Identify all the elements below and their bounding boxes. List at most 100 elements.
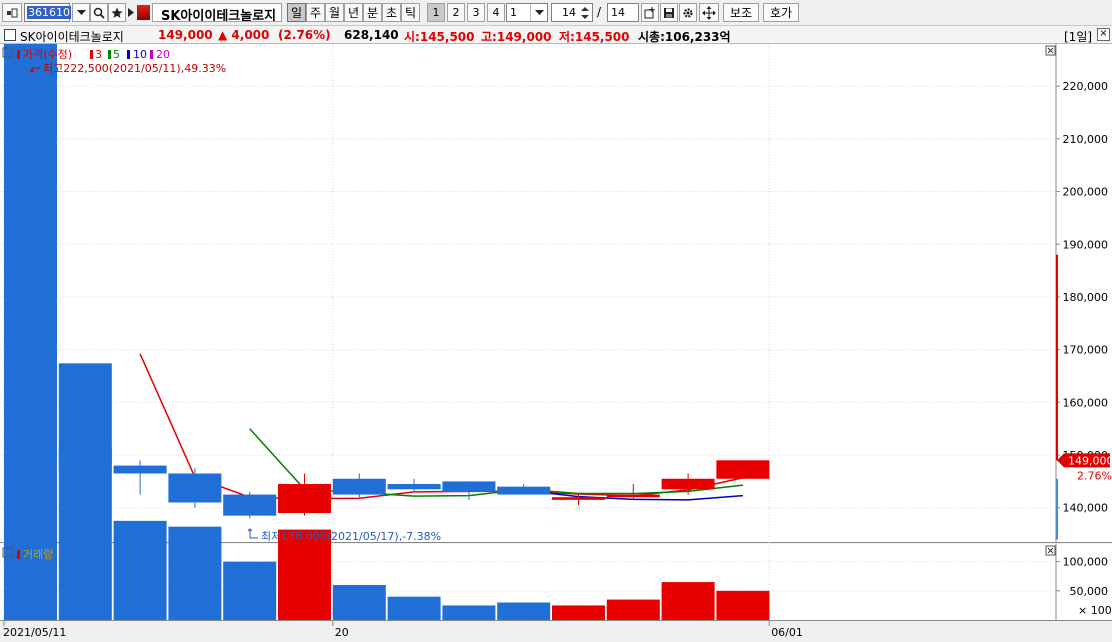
info-high: 고:149,000 (481, 30, 552, 44)
interval-2-button[interactable]: 2 (447, 3, 465, 22)
info-change: ▲ 4,000 (218, 28, 270, 42)
stock-code-input[interactable]: 361610 (24, 3, 71, 22)
price-tick-label: 200,000 (1063, 186, 1109, 199)
candle-body (278, 484, 331, 514)
code-type-button[interactable] (2, 3, 22, 22)
period-tag: [1일] (1064, 30, 1093, 44)
volume-bar (661, 582, 715, 620)
low-annotation-text: 최저138,000(2021/05/17),-7.38% (261, 530, 441, 543)
volume-bar (332, 585, 386, 620)
volume-tick-label: 50,000 (1070, 585, 1109, 598)
count-stepper[interactable]: 14 (551, 3, 593, 22)
candle-body (387, 484, 441, 490)
chevron-down-icon (76, 9, 86, 15)
ma10-legend-mark (127, 50, 130, 59)
interval-4-button[interactable]: 4 (487, 3, 505, 22)
ma5-legend-label: 5 (113, 48, 120, 61)
price-legend-label: 가격(수정) (23, 48, 72, 61)
price-tick-label: 220,000 (1063, 80, 1109, 93)
period-minute[interactable]: 분 (363, 3, 382, 22)
quote-button[interactable]: 호가 (763, 3, 799, 22)
info-low: 저:145,500 (559, 30, 630, 44)
star-icon (111, 7, 123, 18)
volume-bar (58, 363, 112, 620)
new-window-icon (644, 6, 655, 18)
ma3-legend-mark (90, 50, 93, 59)
info-stock-name: SK아이이테크놀로지 (20, 30, 124, 44)
volume-bar (113, 520, 167, 620)
stock-code-value: 361610 (27, 6, 71, 19)
volume-bar (552, 605, 605, 620)
price-tick-label: 170,000 (1063, 344, 1109, 357)
period-year[interactable]: 년 (344, 3, 363, 22)
volume-bar (387, 596, 441, 620)
ma20-legend-label: 20 (156, 48, 170, 61)
info-market-cap: 시총:106,233억 (638, 30, 731, 44)
info-price: 149,000 (158, 28, 213, 42)
current-price-label: 149,000 (1068, 454, 1112, 467)
x-tick-label: 06/01 (771, 626, 803, 639)
price-tick-label: 180,000 (1063, 291, 1109, 304)
ma20-legend-mark (150, 50, 153, 59)
volume-bar (4, 44, 57, 620)
interval-select[interactable]: 1 (506, 3, 548, 22)
code-type-icon (7, 8, 18, 17)
stock-name-text: SK아이이테크놀로지 (161, 9, 277, 22)
candle-body (442, 481, 496, 492)
period-day[interactable]: 일 (287, 3, 306, 22)
info-volume: 628,140 (344, 28, 399, 42)
period-tick[interactable]: 틱 (401, 3, 420, 22)
info-change-pct: (2.76%) (278, 28, 331, 42)
period-month[interactable]: 월 (325, 3, 344, 22)
candle-body (661, 478, 715, 490)
volume-bar (716, 590, 770, 620)
volume-tick-label: 100,000 (1063, 556, 1109, 569)
panel-close-button[interactable]: × (1097, 28, 1110, 41)
chevron-down-icon[interactable] (530, 4, 547, 21)
interval-1-button[interactable]: 1 (427, 3, 445, 22)
stock-info-bar: SK아이이테크놀로지 149,000 ▲ 4,000 (2.76%) 628,1… (0, 26, 1112, 44)
count-separator: / (597, 5, 602, 19)
interval-select-value: 1 (510, 6, 517, 19)
volume-legend-label: 거래량 (23, 548, 53, 561)
candle-body (332, 478, 386, 495)
volume-bar (442, 605, 496, 620)
low-annotation: 최저138,000(2021/05/17),-7.38% (247, 528, 441, 543)
next-button[interactable] (126, 3, 136, 22)
candle-body (168, 473, 222, 503)
gear-icon (683, 7, 693, 18)
x-tick-label: 2021/05/11 (3, 626, 66, 639)
volume-unit-label: × 100 (1078, 604, 1112, 617)
collapse-checkbox[interactable] (4, 29, 16, 41)
code-dropdown-button[interactable] (72, 3, 90, 22)
count-total-value: 14 (611, 6, 625, 19)
save-button[interactable] (660, 3, 678, 22)
price-tick-label: 210,000 (1063, 133, 1109, 146)
move-button[interactable] (699, 3, 719, 22)
volume-bar (168, 526, 222, 620)
move-icon (702, 5, 716, 20)
aux-button[interactable]: 보조 (723, 3, 759, 22)
toolbar: 361610 SK아이이테크놀로지 일 주 월 년 분 초 틱 1 2 3 4 … (0, 0, 1112, 26)
settings-button[interactable] (679, 3, 697, 22)
candle-body (113, 465, 167, 474)
volume-bar (606, 599, 660, 620)
stepper-arrows-icon[interactable] (579, 5, 591, 21)
stock-color-mark (137, 5, 150, 20)
count-total-field[interactable]: 14 (607, 3, 639, 22)
price-tick-label: 160,000 (1063, 396, 1109, 409)
interval-3-button[interactable]: 3 (467, 3, 485, 22)
search-icon (93, 7, 105, 19)
high-annotation-text: 최고222,500(2021/05/11),49.33% (43, 62, 226, 75)
price-axis-ticks: 220,000 210,000 200,000 190,000 180,000 170,0… (1056, 80, 1108, 515)
favorite-button[interactable] (108, 3, 126, 22)
new-window-button[interactable] (641, 3, 659, 22)
stock-chart: 220,000 210,000 200,000 190,000 180,000 170,0… (0, 44, 1112, 639)
stock-name-field[interactable]: SK아이이테크놀로지 (152, 3, 282, 22)
volume-bar (223, 561, 277, 620)
search-button[interactable] (90, 3, 108, 22)
period-week[interactable]: 주 (306, 3, 325, 22)
period-second[interactable]: 초 (382, 3, 401, 22)
info-open: 시:145,500 (404, 30, 475, 44)
price-tick-label: 140,000 (1063, 502, 1109, 515)
